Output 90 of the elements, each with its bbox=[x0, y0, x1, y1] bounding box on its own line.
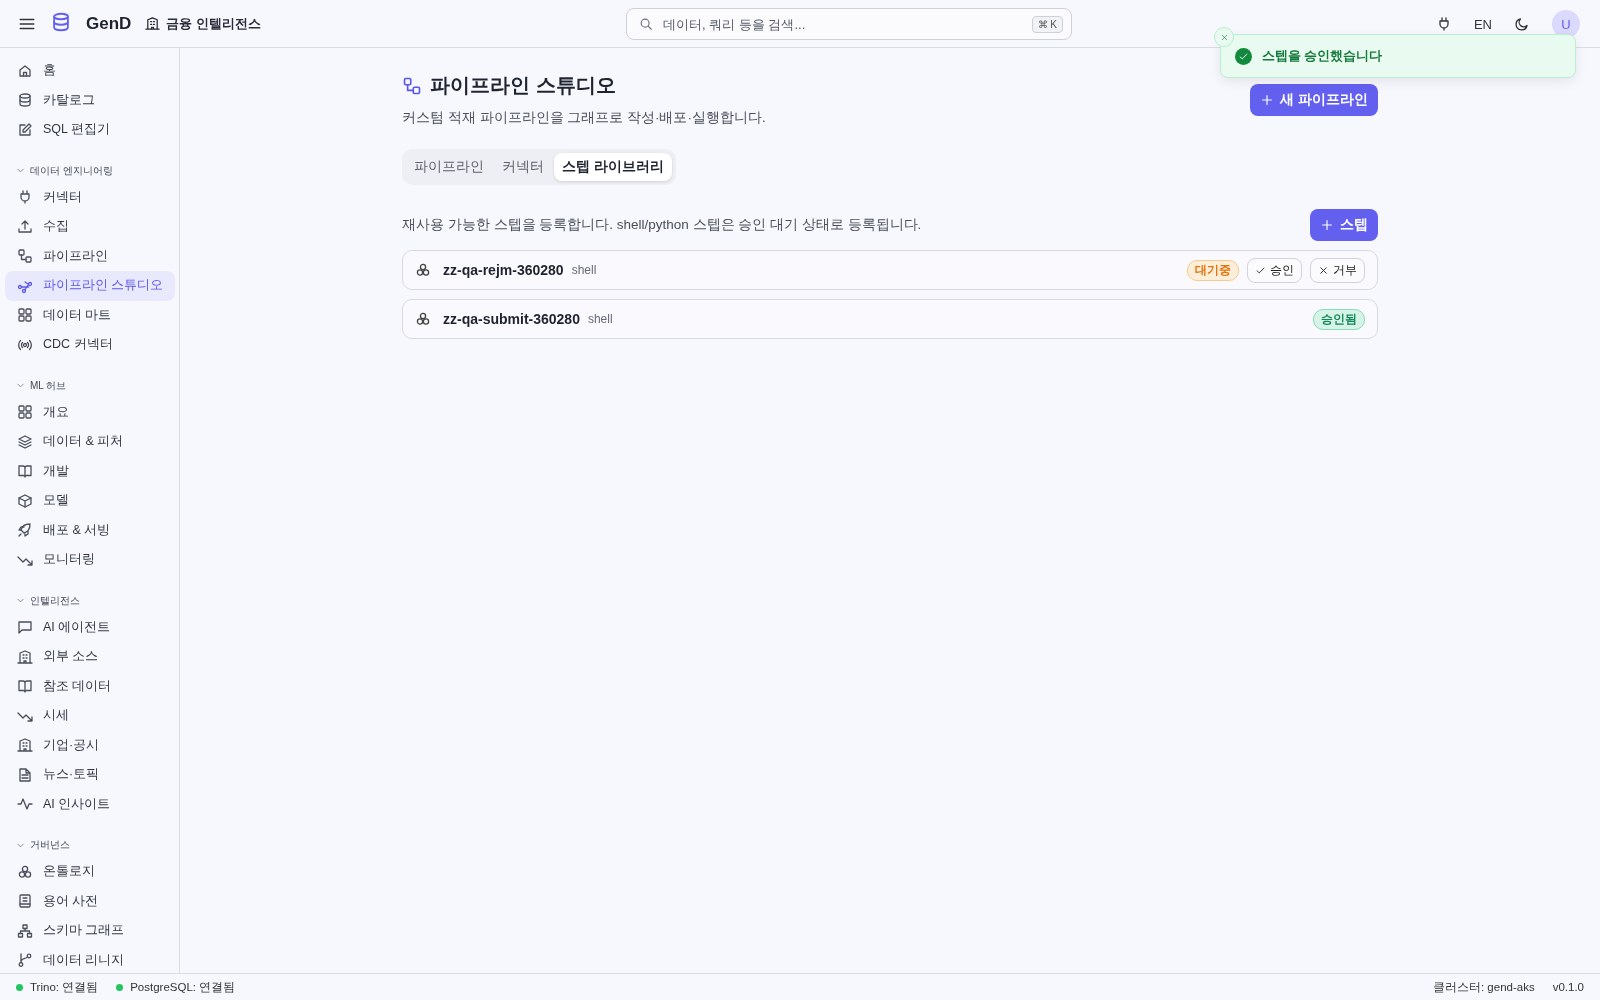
grid-icon bbox=[17, 404, 33, 421]
shortcut-hint: ⌘ K bbox=[1031, 15, 1063, 33]
workspace-name[interactable]: 금융 인텔리전스 bbox=[166, 14, 261, 33]
success-icon bbox=[1235, 47, 1252, 65]
cube-icon bbox=[17, 492, 33, 509]
page-subtitle: 커스텀 적재 파이프라인을 그래프로 작성·배포·실행합니다. bbox=[402, 109, 766, 127]
sidebar-item[interactable]: 홈 bbox=[5, 56, 175, 86]
open-book-icon bbox=[17, 463, 33, 480]
plus-icon bbox=[1320, 218, 1334, 232]
tab[interactable]: 파이프라인 bbox=[406, 153, 492, 181]
sidebar-item[interactable]: 외부 소스 bbox=[5, 642, 175, 672]
sidebar-item[interactable]: 스키마 그래프 bbox=[5, 916, 175, 946]
building-icon bbox=[17, 737, 33, 754]
add-step-button[interactable]: 스텝 bbox=[1310, 209, 1378, 241]
sidebar-item[interactable]: 모니터링 bbox=[5, 545, 175, 575]
step-type: shell bbox=[587, 312, 613, 326]
close-icon bbox=[1219, 32, 1229, 42]
connection-status: Trino: 연결됨 bbox=[30, 979, 99, 995]
linked-squares-icon bbox=[17, 248, 33, 265]
plus-icon bbox=[1260, 93, 1275, 107]
approve-button[interactable]: 승인 bbox=[1247, 257, 1302, 283]
section-header[interactable]: ML 허브 bbox=[5, 373, 175, 398]
search-icon bbox=[639, 17, 653, 31]
sidebar-item[interactable]: AI 에이전트 bbox=[5, 612, 175, 642]
document-icon bbox=[17, 766, 33, 783]
tab[interactable]: 커넥터 bbox=[494, 153, 552, 181]
pencil-square-icon bbox=[17, 121, 33, 138]
page-title: 파이프라인 스튜디오 bbox=[430, 73, 616, 98]
plug-icon bbox=[17, 189, 33, 206]
circles-icon bbox=[415, 311, 431, 327]
sidebar-item[interactable]: 모델 bbox=[5, 486, 175, 516]
user-avatar[interactable]: U bbox=[1552, 10, 1580, 38]
toast-message: 스텝을 승인했습니다 bbox=[1262, 47, 1383, 65]
sidebar-item[interactable]: AI 인사이트 bbox=[5, 789, 175, 819]
status-badge: 대기중 bbox=[1187, 259, 1239, 281]
layers-icon bbox=[17, 433, 33, 450]
sidebar-item[interactable]: 온톨로지 bbox=[5, 857, 175, 887]
sidebar-item[interactable]: 용어 사전 bbox=[5, 886, 175, 916]
sidebar-item[interactable]: 기업·공시 bbox=[5, 730, 175, 760]
sidebar-item[interactable]: 참조 데이터 bbox=[5, 671, 175, 701]
new-pipeline-button[interactable]: 새 파이프라인 bbox=[1250, 84, 1378, 116]
sidebar-item[interactable]: 데이터 & 피처 bbox=[5, 427, 175, 457]
language-button[interactable]: EN bbox=[1473, 16, 1492, 32]
hierarchy-icon bbox=[17, 922, 33, 939]
sidebar-item[interactable]: 카탈로그 bbox=[5, 85, 175, 115]
version-label: v0.1.0 bbox=[1552, 981, 1584, 993]
sidebar-item[interactable]: 커넥터 bbox=[5, 182, 175, 212]
sidebar-item[interactable]: 배포 & 서빙 bbox=[5, 515, 175, 545]
section-description: 재사용 가능한 스텝을 등록합니다. shell/python 스텝은 승인 대기 상태로 등록됩니다. bbox=[402, 216, 922, 234]
sidebar-item[interactable]: SQL 편집기 bbox=[5, 115, 175, 145]
sidebar-item[interactable]: 파이프라인 bbox=[5, 241, 175, 271]
sidebar-item[interactable]: 뉴스·토픽 bbox=[5, 760, 175, 790]
section-header[interactable]: 인텔리전스 bbox=[5, 588, 175, 613]
step-name: zz-qa-rejm-360280 bbox=[443, 262, 564, 278]
open-book-icon bbox=[17, 678, 33, 695]
close-icon bbox=[1318, 264, 1329, 276]
rocket-icon bbox=[17, 522, 33, 539]
linked-squares-icon bbox=[402, 75, 422, 96]
building-icon bbox=[145, 16, 161, 31]
circles-icon bbox=[415, 262, 431, 278]
upload-icon bbox=[17, 218, 33, 235]
reject-button[interactable]: 거부 bbox=[1310, 257, 1365, 283]
sidebar-item[interactable]: 데이터 리니지 bbox=[5, 945, 175, 973]
chat-icon bbox=[17, 619, 33, 636]
section-header[interactable]: 거버넌스 bbox=[5, 833, 175, 857]
section-header[interactable]: 데이터 엔지니어링 bbox=[5, 158, 175, 183]
tab[interactable]: 스텝 라이브러리 bbox=[554, 153, 672, 181]
sidebar-item[interactable]: 개요 bbox=[5, 397, 175, 427]
database-icon bbox=[17, 92, 33, 109]
sidebar-item[interactable]: 시세 bbox=[5, 701, 175, 731]
branch-icon bbox=[17, 952, 33, 969]
connection-status: PostgreSQL: 연결됨 bbox=[130, 979, 236, 995]
sidebar-item[interactable]: 개발 bbox=[5, 456, 175, 486]
search-bar[interactable]: 데이터, 쿼리 등을 검색... ⌘ K bbox=[626, 8, 1072, 40]
logo-icon bbox=[50, 10, 72, 33]
notebook-icon bbox=[17, 893, 33, 910]
sidebar-item[interactable]: 데이터 마트 bbox=[5, 300, 175, 330]
moon-icon bbox=[1514, 16, 1530, 32]
app-name: GenD bbox=[86, 13, 132, 34]
circles-icon bbox=[17, 863, 33, 880]
grid-icon bbox=[17, 307, 33, 324]
step-name: zz-qa-submit-360280 bbox=[443, 311, 580, 327]
building-icon bbox=[17, 648, 33, 665]
cluster-name: 클러스터: gend-aks bbox=[1432, 979, 1535, 995]
sidebar-item[interactable]: CDC 커넥터 bbox=[5, 330, 175, 360]
status-badge: 승인됨 bbox=[1313, 308, 1365, 330]
step-type: shell bbox=[571, 263, 597, 277]
search-input[interactable]: 데이터, 쿼리 등을 검색... bbox=[661, 15, 1024, 33]
sidebar-item[interactable]: 수집 bbox=[5, 212, 175, 242]
sidebar-item[interactable]: 파이프라인 스튜디오 bbox=[5, 271, 175, 301]
